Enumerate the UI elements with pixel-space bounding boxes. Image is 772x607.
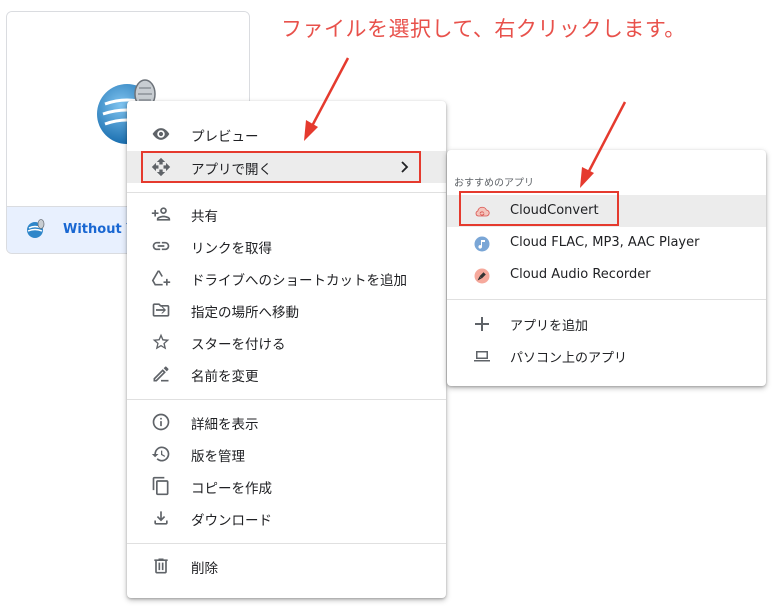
menu-item-share[interactable]: 共有 xyxy=(127,198,446,230)
menu-item-label: リンクを取得 xyxy=(191,241,272,257)
menu-item-label: ドライブへのショートカットを追加 xyxy=(191,273,407,289)
history-icon xyxy=(151,446,170,462)
cloudconvert-highlight-box xyxy=(459,191,619,226)
menu-item-label: 削除 xyxy=(191,561,218,577)
menu-item-copy[interactable]: コピーを作成 xyxy=(127,470,446,502)
menu-separator xyxy=(127,399,446,400)
submenu-separator xyxy=(447,299,766,300)
download-icon xyxy=(154,511,168,525)
folder-move-icon xyxy=(152,303,170,317)
menu-item-label: ダウンロード xyxy=(191,513,272,529)
submenu-item-audio-recorder[interactable]: Cloud Audio Recorder xyxy=(447,259,766,291)
star-icon xyxy=(152,333,170,350)
menu-item-versions[interactable]: 版を管理 xyxy=(127,438,446,470)
laptop-icon xyxy=(474,351,490,362)
menu-item-label: コピーを作成 xyxy=(191,481,272,497)
menu-item-preview[interactable]: プレビュー xyxy=(127,118,446,150)
menu-item-rename[interactable]: 名前を変更 xyxy=(127,358,446,390)
eye-icon xyxy=(152,128,170,140)
submenu-item-add-app[interactable]: アプリを追加 xyxy=(447,307,766,339)
submenu-item-label: Cloud Audio Recorder xyxy=(510,267,651,282)
submenu-item-flac-player[interactable]: Cloud FLAC, MP3, AAC Player xyxy=(447,227,766,259)
submenu-item-label: Cloud FLAC, MP3, AAC Player xyxy=(510,235,700,250)
menu-item-delete[interactable]: 削除 xyxy=(127,550,446,582)
pencil-icon xyxy=(153,366,169,382)
menu-separator xyxy=(127,543,446,544)
menu-item-get-link[interactable]: リンクを取得 xyxy=(127,230,446,262)
submenu-item-computer-apps[interactable]: パソコン上のアプリ xyxy=(447,339,766,371)
menu-item-label: 共有 xyxy=(191,209,218,225)
open-with-submenu: おすすめのアプリ CloudConvert Cloud FLAC, MP3, A… xyxy=(447,150,766,386)
trash-icon xyxy=(154,558,168,574)
person-add-icon xyxy=(151,207,171,221)
menu-separator xyxy=(127,192,446,193)
menu-item-move[interactable]: 指定の場所へ移動 xyxy=(127,294,446,326)
menu-item-label: 指定の場所へ移動 xyxy=(191,305,299,321)
plus-icon xyxy=(475,317,489,331)
menu-item-download[interactable]: ダウンロード xyxy=(127,502,446,534)
annotation-text: ファイルを選択して、右クリックします。 xyxy=(281,17,686,41)
copy-icon xyxy=(152,476,169,496)
open-with-highlight-box xyxy=(141,151,421,183)
menu-item-label: 版を管理 xyxy=(191,449,245,465)
submenu-header: おすすめのアプリ xyxy=(454,178,534,189)
microphone-icon xyxy=(474,268,490,284)
menu-item-label: 詳細を表示 xyxy=(191,417,259,433)
menu-item-details[interactable]: 詳細を表示 xyxy=(127,406,446,438)
menu-item-add-shortcut[interactable]: ドライブへのショートカットを追加 xyxy=(127,262,446,294)
info-icon xyxy=(152,413,170,431)
submenu-item-label: アプリを追加 xyxy=(510,319,589,334)
audio-file-icon xyxy=(27,219,45,238)
menu-item-label: プレビュー xyxy=(191,129,259,145)
drive-add-icon xyxy=(151,270,171,286)
music-note-icon xyxy=(474,236,490,252)
menu-item-label: スターを付ける xyxy=(191,337,286,353)
menu-item-label: 名前を変更 xyxy=(191,369,259,385)
submenu-item-label: パソコン上のアプリ xyxy=(510,351,628,366)
link-icon xyxy=(152,241,170,251)
menu-item-star[interactable]: スターを付ける xyxy=(127,326,446,358)
